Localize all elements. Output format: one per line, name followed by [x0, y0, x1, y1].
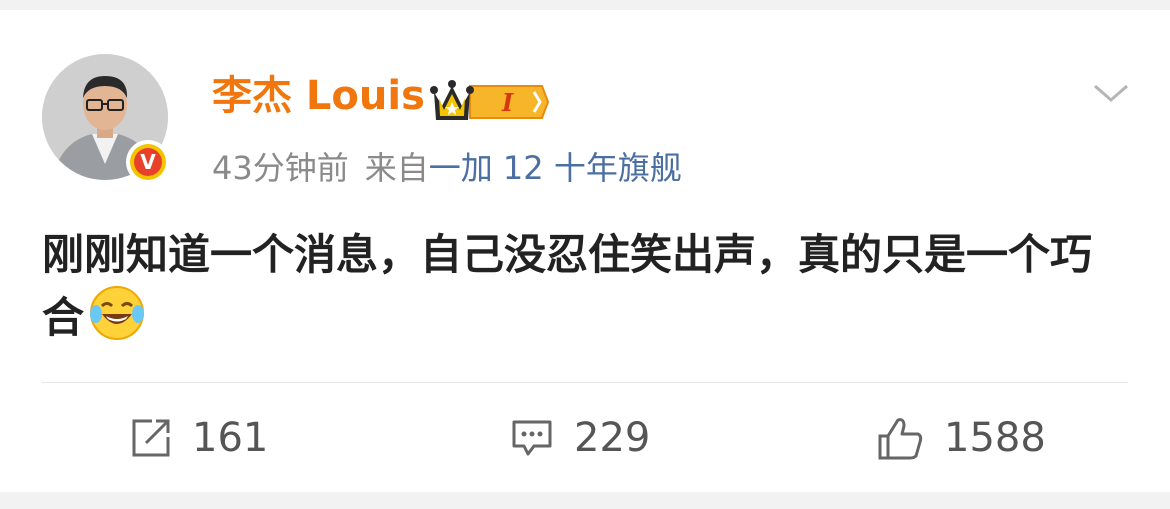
vip-crown-icon[interactable]: I [430, 76, 550, 128]
like-count: 1588 [944, 415, 1046, 461]
comment-icon [512, 420, 552, 456]
vip-level: I [501, 88, 514, 117]
post-text-block: 刚刚知道一个消息，自己没忍住笑出声，真的只是一个巧合 [42, 226, 1132, 347]
thumbs-up-icon [878, 418, 923, 460]
comment-count: 229 [574, 415, 651, 461]
author-name[interactable]: 李杰 Louis [212, 72, 425, 120]
laugh-cry-emoji-icon [88, 284, 146, 342]
repost-button[interactable]: 161 [130, 412, 268, 464]
post-meta: 43分钟前 来自一加 12 十年旗舰 [212, 146, 682, 190]
verified-badge: V [126, 140, 170, 184]
comment-button[interactable]: 229 [510, 412, 650, 464]
divider [42, 382, 1128, 383]
source-prefix: 来自 [364, 149, 429, 187]
weibo-post-card: V 李杰 Louis I 43分钟前 来自一加 12 十年旗舰 刚刚知道一个消息，… [0, 10, 1170, 492]
post-text: 刚刚知道一个消息，自己没忍住笑出声，真的只是一个巧合 [42, 230, 1093, 342]
repost-count: 161 [192, 415, 269, 461]
post-time: 43分钟前 [212, 149, 349, 187]
verified-badge-text: V [134, 148, 162, 176]
chevron-down-icon[interactable] [1092, 78, 1130, 108]
device-source[interactable]: 一加 12 十年旗舰 [429, 149, 682, 187]
like-button[interactable]: 1588 [876, 412, 1046, 464]
share-icon [132, 419, 170, 457]
